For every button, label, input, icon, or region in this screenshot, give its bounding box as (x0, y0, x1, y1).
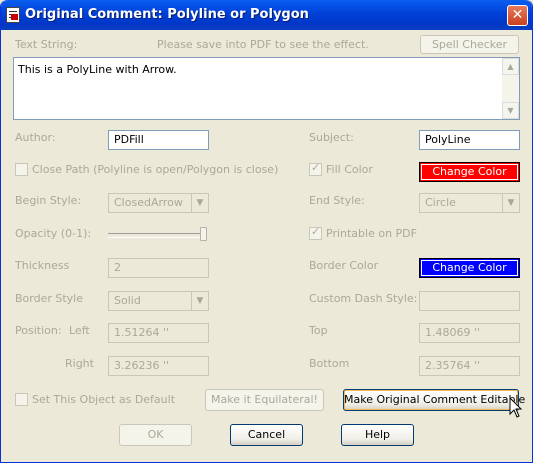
fill-color-checkbox[interactable] (309, 161, 322, 176)
scroll-down-icon[interactable]: ▼ (502, 102, 519, 119)
end-style-label: End Style: (309, 194, 365, 207)
border-style-label: Border Style (15, 292, 84, 305)
left-label: Left (69, 324, 90, 337)
begin-style-dropdown[interactable]: ClosedArrow ▼ (108, 193, 209, 213)
chevron-down-icon: ▼ (502, 194, 519, 212)
end-style-dropdown[interactable]: Circle ▼ (419, 193, 520, 213)
close-icon: ✕ (511, 7, 524, 23)
bottom-label: Bottom (309, 357, 350, 370)
save-hint-text: Please save into PDF to see the effect. (157, 38, 369, 51)
close-button[interactable]: ✕ (507, 5, 528, 26)
opacity-slider-track[interactable] (108, 233, 204, 238)
left-field[interactable]: 1.51264 '' (108, 323, 209, 343)
begin-style-value: ClosedArrow (114, 196, 183, 209)
textarea-scrollbar[interactable]: ▲ ▼ (502, 58, 519, 119)
help-button[interactable]: Help (341, 424, 414, 446)
top-field[interactable]: 1.48069 '' (419, 323, 520, 343)
thickness-label: Thickness (15, 259, 70, 272)
bottom-field[interactable]: 2.35764 '' (419, 356, 520, 376)
author-field[interactable]: PDFill (108, 130, 209, 150)
right-field[interactable]: 3.26236 '' (108, 356, 209, 376)
make-equilateral-button[interactable]: Make it Equilateral! (205, 389, 324, 411)
opacity-slider-thumb[interactable] (200, 227, 207, 241)
right-label: Right (65, 357, 94, 370)
scroll-up-icon[interactable]: ▲ (502, 58, 519, 75)
opacity-label: Opacity (0-1): (15, 227, 92, 240)
border-color-label: Border Color (309, 259, 379, 272)
make-editable-button[interactable]: Make Original Comment Editable (343, 389, 525, 411)
document-icon (6, 7, 20, 23)
position-label: Position: (15, 324, 62, 337)
custom-dash-field[interactable] (419, 291, 520, 311)
fill-change-color-button[interactable]: Change Color (419, 162, 520, 182)
title-bar[interactable]: Original Comment: Polyline or Polygon ✕ (1, 0, 532, 30)
set-default-label: Set This Object as Default (32, 393, 176, 406)
subject-label: Subject: (309, 131, 354, 144)
text-string-textarea[interactable]: This is a PolyLine with Arrow. ▲ ▼ (13, 57, 520, 120)
cancel-button[interactable]: Cancel (230, 424, 303, 446)
spell-checker-button[interactable]: Spell Checker (420, 35, 519, 54)
printable-checkbox[interactable] (309, 225, 322, 240)
close-path-label: Close Path (Polyline is open/Polygon is … (32, 163, 279, 176)
set-default-checkbox[interactable] (15, 393, 28, 406)
text-string-label: Text String: (15, 38, 78, 51)
author-label: Author: (15, 131, 56, 144)
border-change-color-button[interactable]: Change Color (419, 258, 520, 278)
ok-button[interactable]: OK (119, 424, 192, 446)
begin-style-label: Begin Style: (15, 194, 82, 207)
printable-label: Printable on PDF (326, 227, 417, 240)
dialog-window: Original Comment: Polyline or Polygon ✕ … (0, 0, 533, 463)
chevron-down-icon: ▼ (191, 194, 208, 212)
top-label: Top (309, 324, 328, 337)
border-style-dropdown[interactable]: Solid ▼ (108, 291, 209, 311)
close-path-checkbox[interactable] (15, 163, 28, 176)
custom-dash-label: Custom Dash Style: (309, 292, 418, 305)
window-title: Original Comment: Polyline or Polygon (25, 7, 309, 22)
border-style-value: Solid (114, 294, 141, 307)
subject-field[interactable]: PolyLine (419, 130, 520, 150)
fill-color-label: Fill Color (326, 163, 373, 176)
thickness-field[interactable]: 2 (108, 258, 209, 278)
text-string-value: This is a PolyLine with Arrow. (18, 63, 177, 76)
mouse-cursor-icon (509, 397, 523, 418)
end-style-value: Circle (425, 196, 456, 209)
chevron-down-icon: ▼ (191, 292, 208, 310)
